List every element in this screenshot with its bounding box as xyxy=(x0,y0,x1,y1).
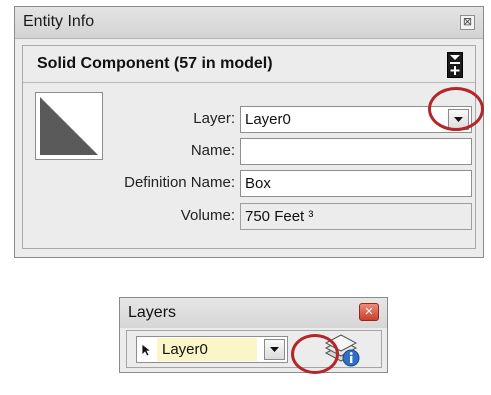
name-field[interactable] xyxy=(240,138,472,165)
definition-name-field[interactable]: Box xyxy=(240,170,472,197)
volume-value: 750 Feet ³ xyxy=(245,208,314,225)
entity-type-heading: Solid Component (57 in model) xyxy=(37,55,273,72)
current-layer-dropdown-button[interactable] xyxy=(264,339,285,360)
volume-label: Volume: xyxy=(180,207,235,224)
current-layer-dropdown[interactable]: Layer0 xyxy=(136,336,288,363)
layer-dropdown-button[interactable] xyxy=(448,109,469,130)
arrow-cursor-icon xyxy=(141,343,152,357)
layers-titlebar[interactable]: Layers ✕ xyxy=(120,298,387,328)
expand-collapse-icon[interactable] xyxy=(447,52,463,78)
dropdown-arrow-icon xyxy=(270,347,279,352)
layers-body: Layer0 xyxy=(126,330,382,368)
close-icon[interactable]: ⊠ xyxy=(460,15,475,30)
dropdown-arrow-icon xyxy=(454,117,463,122)
definition-name-value: Box xyxy=(245,175,271,192)
name-label: Name: xyxy=(190,142,235,159)
current-layer-name: Layer0 xyxy=(157,338,257,361)
entity-info-titlebar[interactable]: Entity Info ⊠ xyxy=(15,7,483,39)
layer-dropdown-value: Layer0 xyxy=(245,111,291,128)
layer-dropdown[interactable]: Layer0 xyxy=(240,106,472,133)
layer-manager-icon[interactable] xyxy=(324,333,362,367)
component-thumbnail-icon xyxy=(40,97,98,155)
layers-toolbar: Layers ✕ Layer0 xyxy=(119,297,388,374)
volume-field: 750 Feet ³ xyxy=(240,203,472,230)
entity-info-panel: Entity Info ⊠ Solid Component (57 in mod… xyxy=(14,6,484,258)
close-icon[interactable]: ✕ xyxy=(359,303,379,321)
layers-title: Layers xyxy=(128,304,177,321)
component-thumbnail[interactable] xyxy=(35,92,103,160)
entity-info-title: Entity Info xyxy=(23,13,95,30)
entity-heading: Solid Component (57 in model) xyxy=(23,46,475,83)
layer-label: Layer: xyxy=(193,110,235,127)
entity-info-content: Solid Component (57 in model) Layer: Lay… xyxy=(22,45,476,249)
definition-name-label: Definition Name: xyxy=(124,174,235,191)
